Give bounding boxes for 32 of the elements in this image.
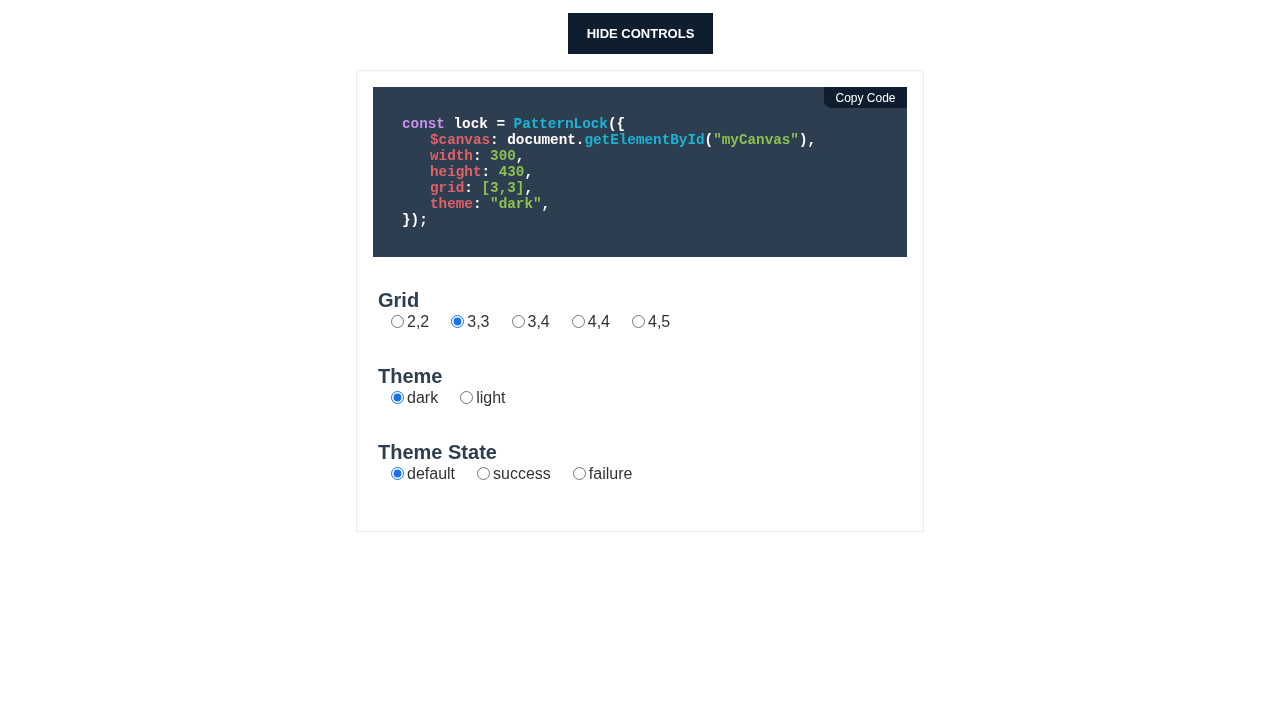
radio-button[interactable]	[572, 467, 586, 480]
code-line: width: 300,	[430, 148, 525, 164]
radio-button[interactable]	[632, 315, 645, 328]
section-heading: Theme State	[378, 441, 497, 464]
copy-code-button[interactable]: Copy Code	[824, 87, 907, 108]
section-heading: Theme	[378, 365, 443, 388]
radio-button[interactable]	[477, 467, 491, 480]
code-line: height: 430,	[430, 164, 533, 180]
code-line: });	[402, 212, 428, 228]
option-label[interactable]: 3,4	[527, 312, 550, 331]
code-line: theme: "dark",	[430, 196, 551, 212]
hide-controls-button[interactable]: HIDE CONTROLS	[568, 13, 713, 54]
section-heading: Grid	[378, 289, 420, 312]
option-label[interactable]: 4,4	[587, 312, 610, 331]
radio-button[interactable]	[391, 467, 404, 480]
option-label[interactable]: 4,5	[648, 312, 671, 331]
option-label[interactable]: 2,2	[407, 312, 430, 331]
option-label[interactable]: dark	[407, 388, 439, 407]
radio-button[interactable]	[511, 315, 525, 328]
radio-button[interactable]	[571, 315, 585, 328]
code-line: grid: [3,3],	[430, 180, 533, 196]
option-label[interactable]: default	[407, 464, 456, 483]
code-line: const lock = PatternLock({	[402, 116, 626, 132]
option-label[interactable]: light	[476, 388, 506, 407]
radio-button[interactable]	[451, 315, 465, 328]
radio-button[interactable]	[391, 315, 404, 328]
radio-button[interactable]	[391, 391, 404, 404]
radio-button[interactable]	[460, 391, 474, 404]
option-label[interactable]: failure	[588, 464, 633, 483]
option-label[interactable]: 3,3	[467, 312, 490, 331]
option-label[interactable]: success	[493, 464, 551, 483]
code-line: $canvas: document.getElementById("myCanvas"),	[430, 132, 817, 148]
